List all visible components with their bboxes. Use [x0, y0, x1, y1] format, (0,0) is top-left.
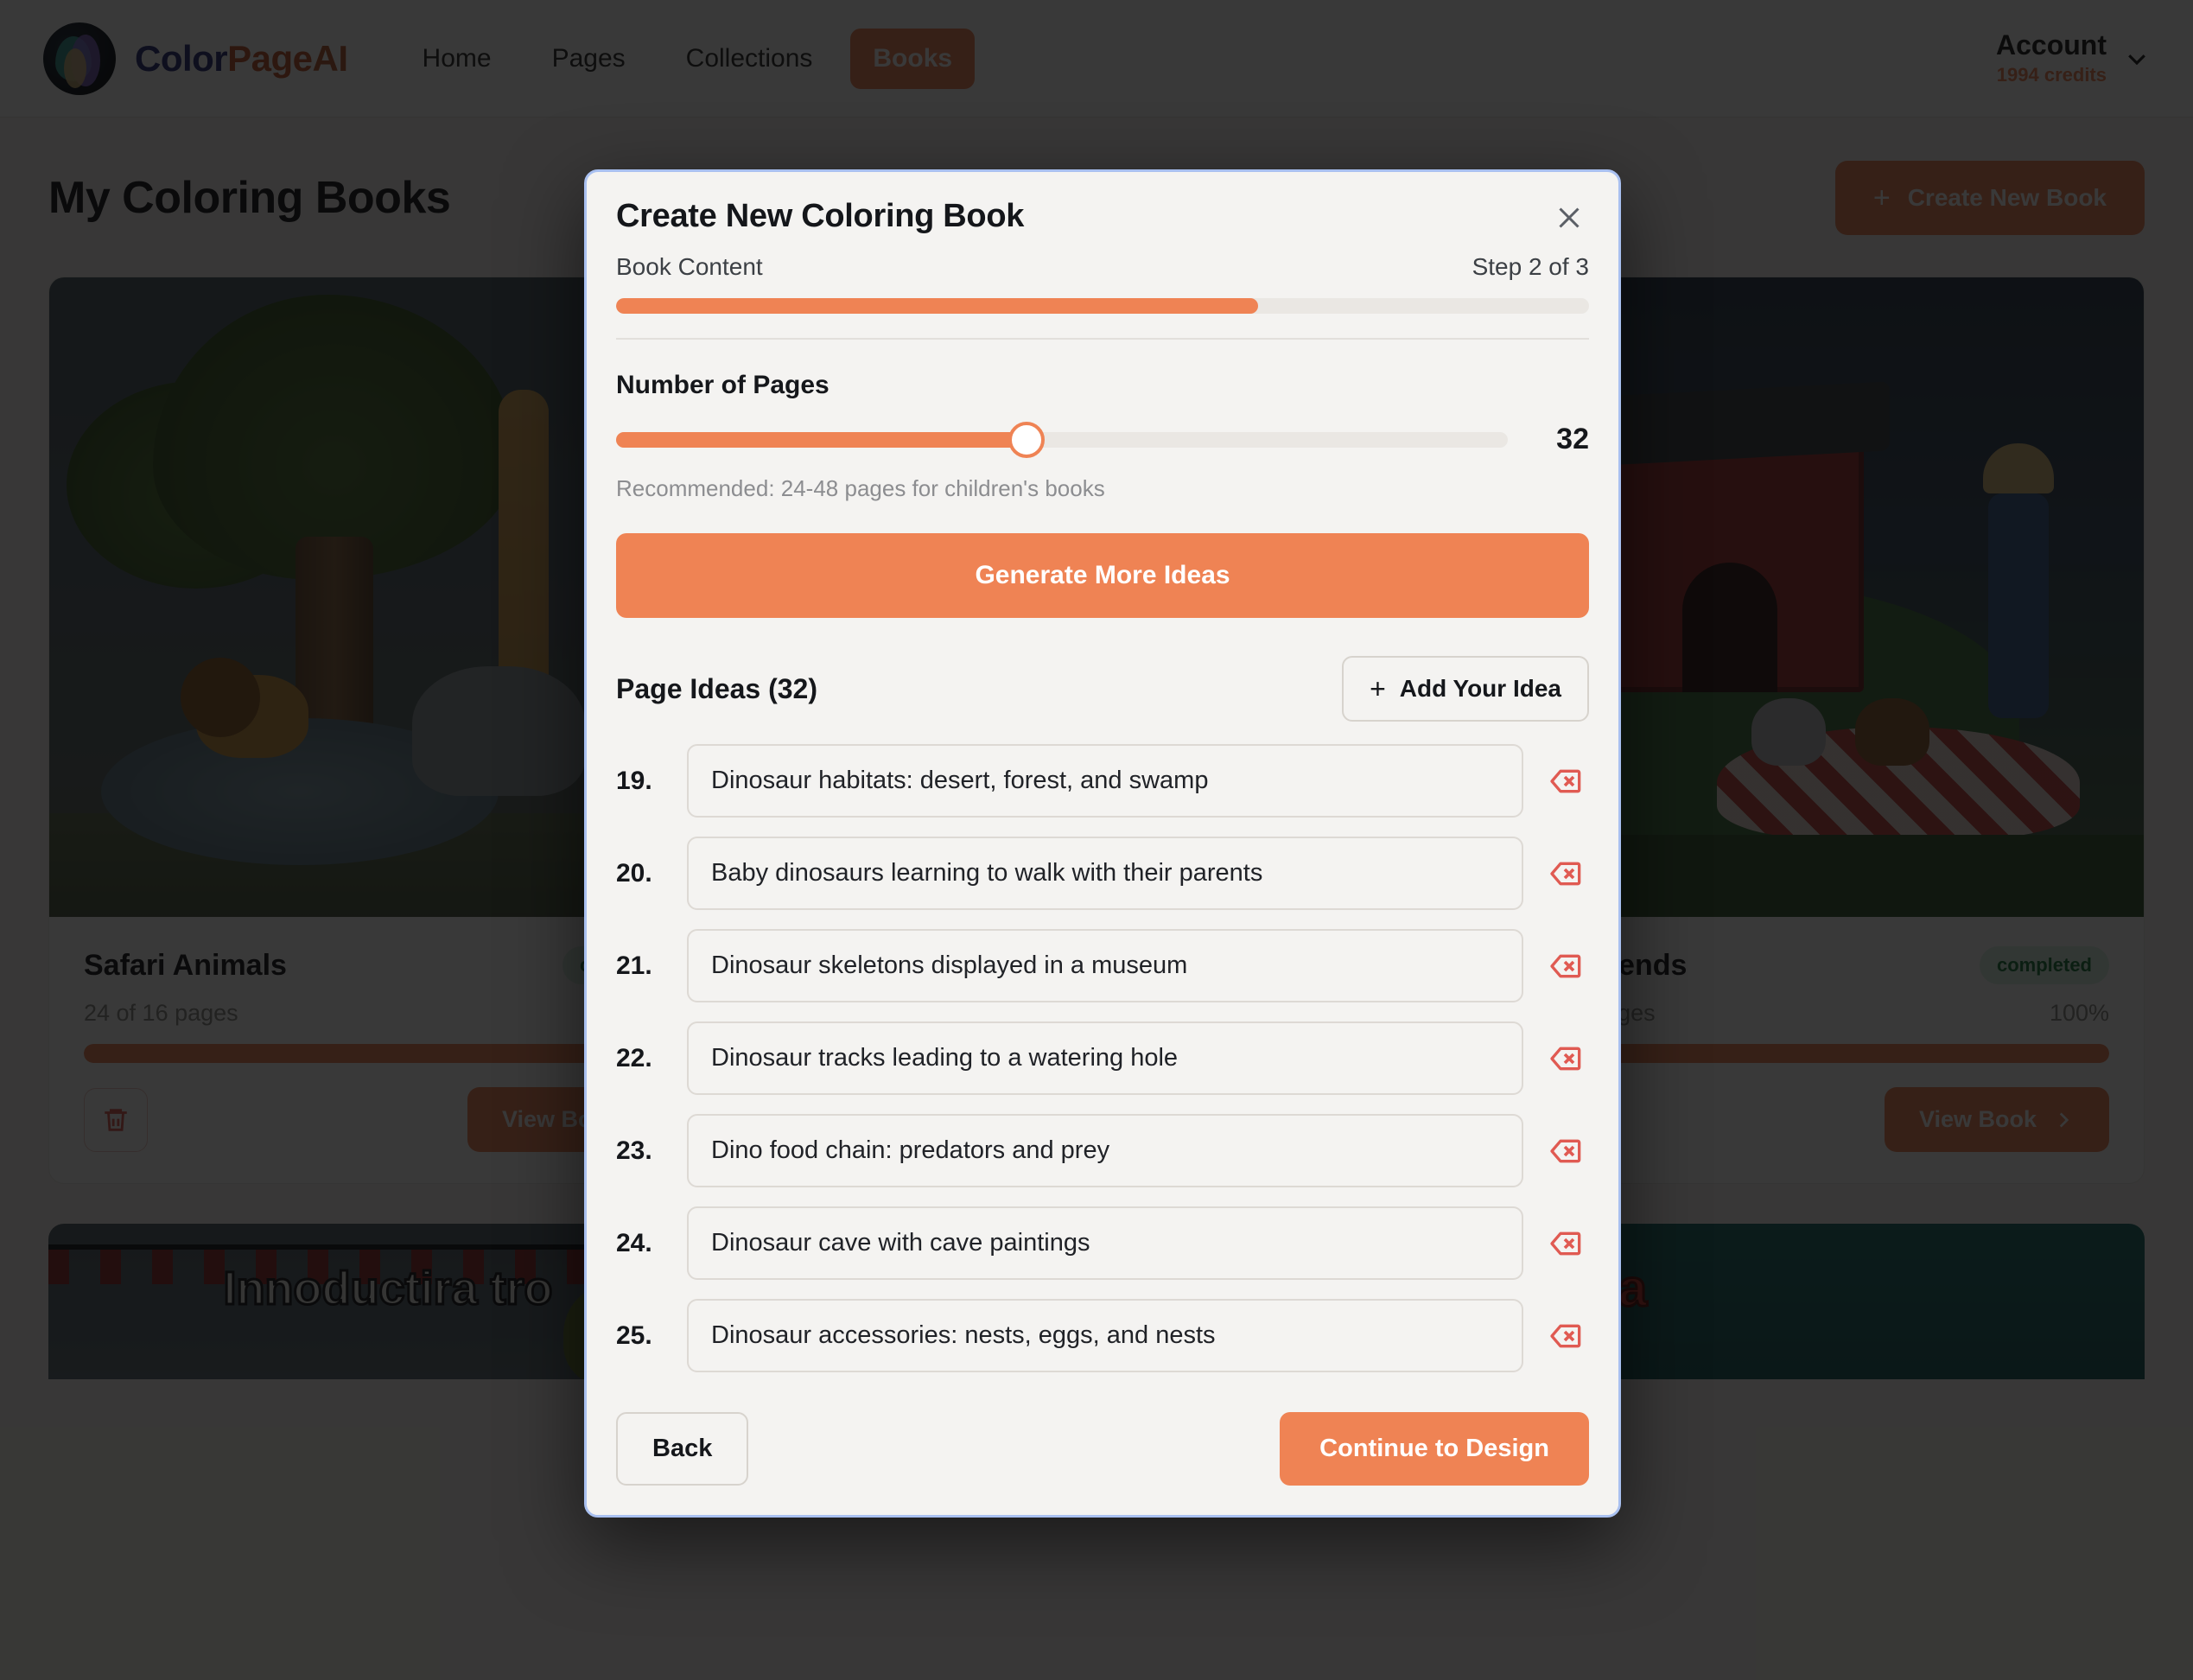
delete-idea-button[interactable] — [1541, 1034, 1589, 1083]
delete-idea-button[interactable] — [1541, 942, 1589, 990]
backspace-delete-icon — [1550, 769, 1581, 792]
page-idea-number: 25. — [616, 1320, 652, 1350]
add-your-idea-label: Add Your Idea — [1399, 675, 1561, 702]
delete-idea-button[interactable] — [1541, 1312, 1589, 1360]
modal-body: Number of Pages 32 Recommended: 24-48 pa… — [587, 340, 1618, 1388]
page-idea-row: 25. — [616, 1299, 1589, 1372]
number-of-pages-slider-row: 32 — [616, 421, 1589, 458]
generate-more-ideas-button[interactable]: Generate More Ideas — [616, 533, 1589, 618]
number-of-pages-slider[interactable] — [616, 421, 1508, 458]
modal-step-label: Book Content — [616, 253, 763, 280]
plus-icon: + — [1370, 673, 1386, 704]
modal-footer: Back Continue to Design — [587, 1388, 1618, 1515]
page-idea-input[interactable] — [687, 1114, 1523, 1187]
slider-thumb[interactable] — [1008, 421, 1045, 458]
page-ideas-list[interactable]: 19. 20. 21. 22. 23. 24. 25. 26. 27. — [616, 744, 1589, 1388]
close-modal-button[interactable] — [1549, 198, 1589, 238]
modal-header: Create New Coloring Book Book Content St… — [587, 172, 1618, 340]
backspace-delete-icon — [1550, 1139, 1581, 1162]
backspace-delete-icon — [1550, 1231, 1581, 1255]
page-idea-row: 19. — [616, 744, 1589, 818]
back-button[interactable]: Back — [616, 1412, 749, 1486]
delete-idea-button[interactable] — [1541, 1127, 1589, 1175]
close-icon — [1559, 207, 1580, 228]
page-idea-input[interactable] — [687, 929, 1523, 1002]
delete-idea-button[interactable] — [1541, 1219, 1589, 1268]
add-your-idea-button[interactable]: + Add Your Idea — [1342, 656, 1589, 722]
backspace-delete-icon — [1550, 862, 1581, 885]
page-idea-row: 23. — [616, 1114, 1589, 1187]
page-ideas-title: Page Ideas (32) — [616, 672, 817, 704]
page-idea-number: 24. — [616, 1228, 652, 1257]
page-idea-number: 23. — [616, 1136, 652, 1165]
page-idea-row: 22. — [616, 1021, 1589, 1095]
number-of-pages-label: Number of Pages — [616, 371, 830, 399]
page-idea-input[interactable] — [687, 1206, 1523, 1280]
page-idea-row: 24. — [616, 1206, 1589, 1280]
backspace-delete-icon — [1550, 1324, 1581, 1347]
page-idea-number: 22. — [616, 1043, 652, 1072]
backspace-delete-icon — [1550, 1047, 1581, 1070]
number-of-pages-value: 32 — [1556, 423, 1589, 455]
page-idea-input[interactable] — [687, 837, 1523, 910]
modal-step-count: Step 2 of 3 — [1472, 253, 1589, 280]
number-of-pages-hint: Recommended: 24-48 pages for children's … — [616, 475, 1105, 501]
delete-idea-button[interactable] — [1541, 757, 1589, 805]
backspace-delete-icon — [1550, 954, 1581, 977]
page-idea-row: 20. — [616, 837, 1589, 910]
delete-idea-button[interactable] — [1541, 850, 1589, 898]
page-idea-number: 19. — [616, 766, 652, 795]
page-idea-number: 21. — [616, 951, 652, 980]
modal-title: Create New Coloring Book — [616, 198, 1025, 234]
page-idea-number: 20. — [616, 858, 652, 888]
page-idea-input[interactable] — [687, 1021, 1523, 1095]
page-idea-row: 21. — [616, 929, 1589, 1002]
continue-to-design-button[interactable]: Continue to Design — [1280, 1412, 1589, 1486]
page-idea-input[interactable] — [687, 744, 1523, 818]
page-ideas-header: Page Ideas (32) + Add Your Idea — [616, 656, 1589, 722]
create-book-modal: Create New Coloring Book Book Content St… — [584, 169, 1621, 1518]
modal-step-progress-bar — [616, 298, 1589, 314]
page-idea-input[interactable] — [687, 1299, 1523, 1372]
